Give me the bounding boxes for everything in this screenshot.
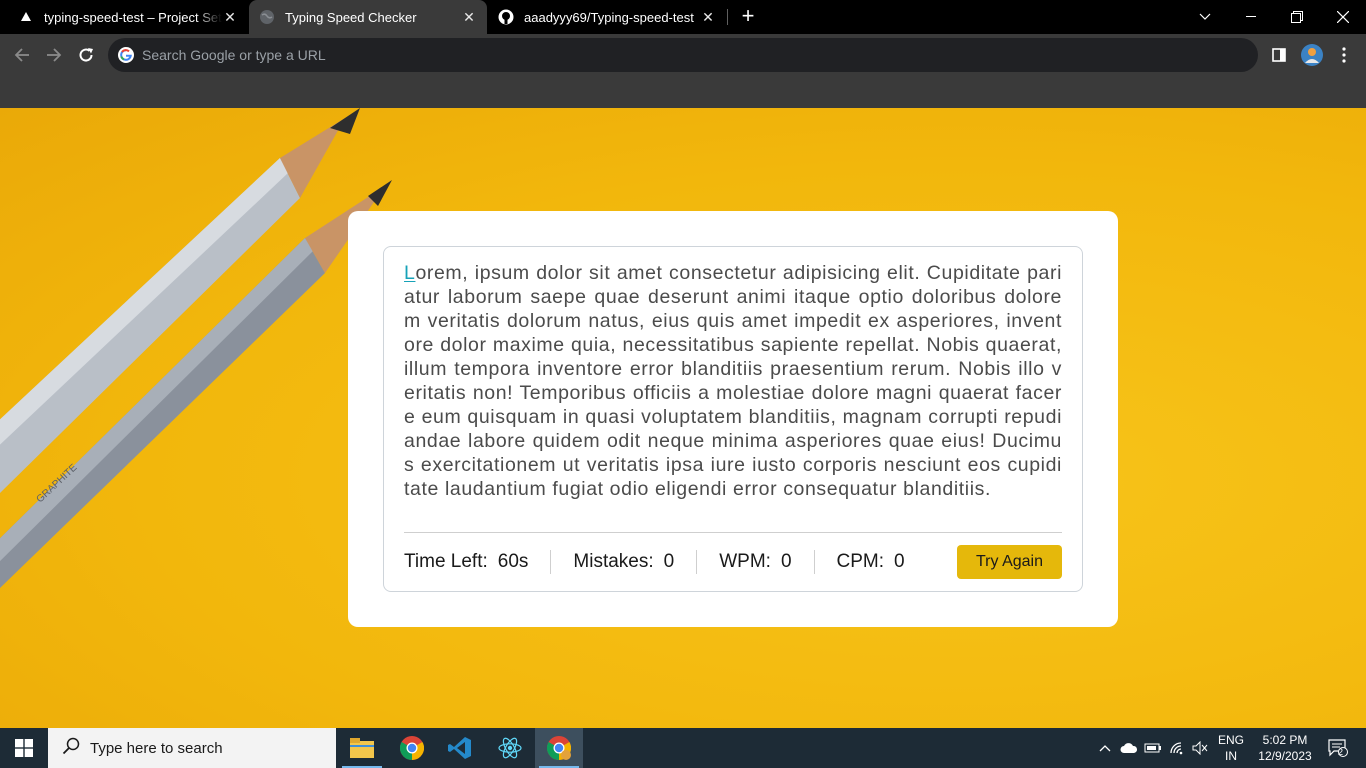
cpm-label: CPM:	[836, 551, 885, 572]
onedrive-cloud-icon[interactable]	[1118, 728, 1140, 768]
new-tab-button[interactable]: +	[737, 5, 759, 28]
browser-toolbar	[0, 34, 1366, 76]
taskbar-search-text: Type here to search	[90, 739, 223, 757]
search-icon	[62, 737, 80, 760]
close-icon[interactable]: ✕	[461, 9, 477, 25]
clock-date: 12/9/2023	[1258, 749, 1312, 763]
notification-count: 2	[1338, 747, 1344, 757]
battery-icon[interactable]	[1142, 728, 1164, 768]
close-icon[interactable]: ✕	[700, 9, 716, 25]
tab-search-icon[interactable]	[1182, 0, 1228, 34]
react-icon[interactable]	[486, 728, 534, 768]
tab-project-settings[interactable]: typing-speed-test – Project Setti ✕	[0, 0, 248, 34]
page-background: GRAPHITE Lorem, ipsum dolor sit amet con…	[0, 108, 1366, 728]
divider	[404, 532, 1062, 533]
paragraph-text: orem, ipsum dolor sit amet consectetur a…	[404, 262, 1062, 500]
try-again-button[interactable]: Try Again	[957, 545, 1062, 579]
chrome-icon[interactable]	[388, 728, 436, 768]
wifi-icon[interactable]	[1166, 728, 1188, 768]
wpm-value: 0	[780, 551, 792, 572]
side-panel-icon[interactable]	[1267, 43, 1291, 67]
close-window-icon[interactable]	[1320, 0, 1366, 34]
chrome-profile-icon[interactable]	[535, 728, 583, 768]
cpm-value: 0	[894, 551, 905, 572]
profile-avatar[interactable]	[1300, 43, 1324, 67]
language-indicator[interactable]: ENG IN	[1214, 728, 1248, 768]
wpm-stat: WPM: 0	[719, 551, 791, 573]
stat-separator	[696, 550, 698, 574]
tab-title: aaadyyy69/Typing-speed-test	[524, 9, 694, 25]
restore-icon[interactable]	[1274, 0, 1320, 34]
forward-arrow-icon[interactable]	[42, 43, 66, 67]
file-explorer-icon[interactable]	[338, 728, 386, 768]
google-icon	[118, 47, 134, 63]
vercel-triangle-icon	[18, 9, 34, 25]
clock[interactable]: 5:02 PM 12/9/2023	[1252, 728, 1318, 768]
vscode-icon[interactable]	[436, 728, 484, 768]
wpm-label: WPM:	[719, 551, 771, 572]
windows-taskbar: Type here to search ENG IN 5:02 PM 12/9/…	[0, 728, 1366, 768]
close-icon[interactable]: ✕	[222, 9, 238, 25]
clock-time: 5:02 PM	[1262, 733, 1308, 747]
show-hidden-icons-icon[interactable]	[1095, 728, 1115, 768]
menu-kebab-icon[interactable]	[1332, 43, 1356, 67]
tab-title: Typing Speed Checker	[285, 9, 417, 25]
reload-icon[interactable]	[74, 43, 98, 67]
mistakes-stat: Mistakes: 0	[573, 551, 674, 573]
stat-separator	[813, 550, 815, 574]
tab-typing-speed-checker[interactable]: Typing Speed Checker ✕	[249, 0, 487, 34]
language-code: ENG	[1217, 733, 1244, 747]
stats-bar: Time Left: 60s Mistakes: 0 WPM: 0 CPM: 0	[404, 545, 1062, 579]
cpm-stat: CPM: 0	[837, 551, 905, 573]
taskbar-search[interactable]: Type here to search	[48, 728, 336, 768]
browser-tab-bar: typing-speed-test – Project Setti ✕ Typi…	[0, 0, 1366, 34]
tab-title: typing-speed-test – Project Setti	[44, 9, 222, 25]
back-arrow-icon[interactable]	[10, 43, 34, 67]
stat-separator	[550, 550, 552, 574]
tab-separator	[727, 9, 728, 25]
github-icon	[498, 9, 514, 25]
notification-center-icon[interactable]: 2	[1320, 728, 1356, 768]
typing-test-wrapper: Lorem, ipsum dolor sit amet consectetur …	[383, 246, 1083, 592]
active-letter: L	[404, 262, 416, 284]
region-code: IN	[1224, 749, 1237, 763]
speaker-muted-icon[interactable]	[1189, 728, 1211, 768]
typing-paragraph[interactable]: Lorem, ipsum dolor sit amet consectetur …	[404, 261, 1062, 517]
globe-icon	[259, 9, 275, 25]
time-left-value: 60s	[497, 551, 529, 572]
bookmarks-bar	[0, 76, 1366, 108]
tab-github-repo[interactable]: aaadyyy69/Typing-speed-test ✕	[488, 0, 726, 34]
typing-test-card: Lorem, ipsum dolor sit amet consectetur …	[348, 211, 1118, 627]
mistakes-value: 0	[663, 551, 675, 572]
mistakes-label: Mistakes:	[573, 551, 654, 572]
time-left-stat: Time Left: 60s	[404, 551, 528, 573]
minimize-icon[interactable]	[1228, 0, 1274, 34]
windows-start-icon[interactable]	[0, 728, 48, 768]
omnibox-input[interactable]	[142, 47, 1142, 63]
address-bar[interactable]	[108, 38, 1258, 72]
time-left-label: Time Left:	[404, 551, 488, 572]
